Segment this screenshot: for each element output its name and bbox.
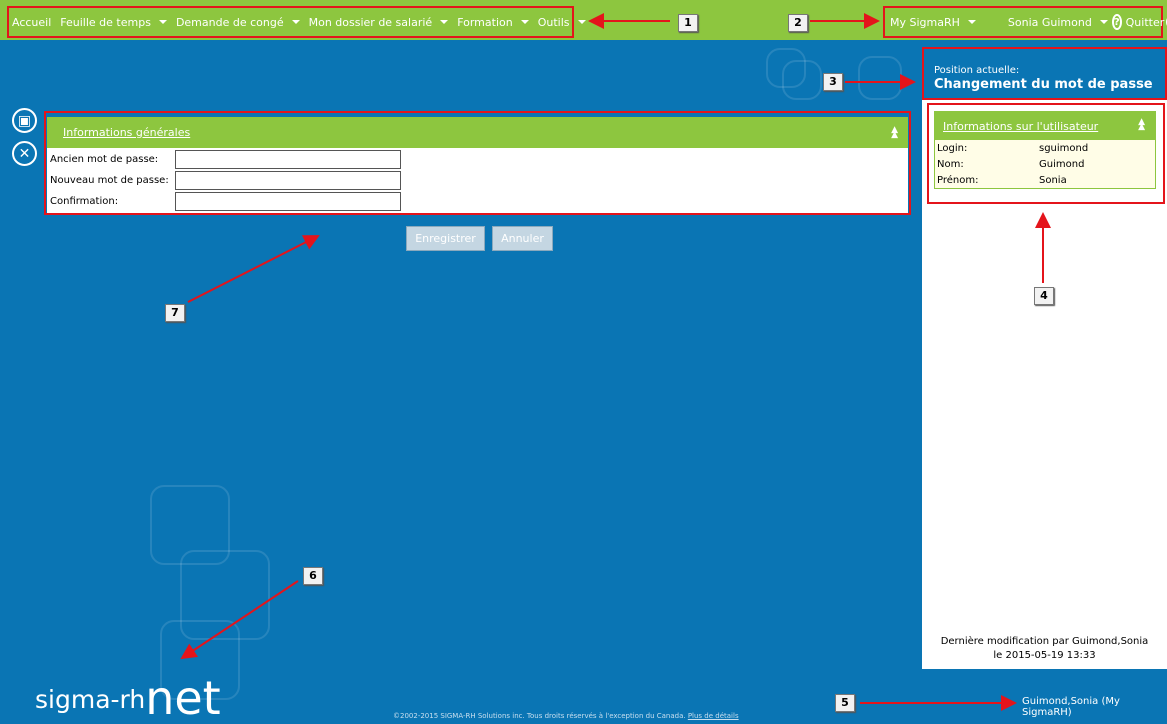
menu-item-outils[interactable]: Outils: [538, 16, 586, 29]
menu-item-label: Feuille de temps: [60, 15, 151, 29]
save-button[interactable]: Enregistrer: [406, 226, 485, 251]
confirm-password-input[interactable]: [175, 192, 401, 211]
caret-down-icon: [520, 20, 529, 24]
user-info-key: Nom:: [937, 158, 964, 170]
close-icon[interactable]: ✕: [12, 141, 37, 166]
last-modified-note: Dernière modification par Guimond,Sonia …: [922, 635, 1167, 663]
current-position-panel: Position actuelle: Changement du mot de …: [922, 47, 1167, 100]
position-label: Position actuelle:: [934, 65, 1020, 76]
menu-item-demande-de-conge[interactable]: Demande de congé: [176, 16, 300, 29]
menu-item-formation[interactable]: Formation: [457, 16, 529, 29]
user-menu: My SigmaRH Sonia Guimond ? Quitter⏻: [883, 6, 1167, 38]
old-password-label: Ancien mot de passe:: [50, 154, 159, 165]
copyright-notice: ©2002-2015 SIGMA-RH Solutions inc. Tous …: [393, 712, 739, 720]
details-link[interactable]: Plus de détails: [688, 712, 739, 720]
user-info-value: sguimond: [1039, 142, 1089, 154]
page-title: Changement du mot de passe: [934, 77, 1153, 92]
background-decoration: [766, 48, 806, 88]
callout-2: 2: [788, 14, 808, 32]
user-info-row: Login: sguimond: [935, 140, 1155, 156]
my-sigmarh-menu[interactable]: My SigmaRH: [890, 16, 976, 29]
callout-4: 4: [1034, 287, 1054, 305]
caret-down-icon: [967, 20, 976, 24]
menu-item-label: Demande de congé: [175, 15, 284, 29]
my-sigmarh-label: My SigmaRH: [890, 15, 960, 29]
main-menu: Accueil Feuille de temps Demande de cong…: [7, 6, 586, 38]
user-name-menu[interactable]: Sonia Guimond: [1008, 16, 1108, 29]
help-icon[interactable]: ?: [1111, 14, 1122, 30]
menu-item-label: Accueil: [12, 15, 52, 29]
form-row: Confirmation:: [47, 191, 908, 212]
footer-user: Guimond,Sonia (My SigmaRH): [1022, 696, 1120, 718]
user-info-row: Nom: Guimond: [935, 156, 1155, 172]
callout-6: 6: [303, 567, 323, 585]
top-navigation-bar: Accueil Feuille de temps Demande de cong…: [0, 0, 1167, 40]
confirm-password-label: Confirmation:: [50, 196, 119, 207]
menu-item-label: Mon dossier de salarié: [308, 15, 433, 29]
sigma-rh-logo: sigma-rhnet: [35, 665, 221, 724]
collapse-icon[interactable]: ▲ ▲: [891, 126, 898, 140]
copyright-text: ©2002-2015 SIGMA-RH Solutions inc. Tous …: [393, 712, 686, 720]
user-info-key: Prénom:: [937, 174, 979, 186]
form-title: Informations générales: [63, 126, 191, 139]
menu-item-dossier-salarie[interactable]: Mon dossier de salarié: [309, 16, 449, 29]
user-info-row: Prénom: Sonia: [935, 172, 1155, 188]
menu-item-feuille-de-temps[interactable]: Feuille de temps: [60, 16, 167, 29]
save-icon[interactable]: ▣: [12, 108, 37, 133]
collapse-icon[interactable]: ▲ ▲: [1138, 118, 1145, 132]
user-info-value: Guimond: [1039, 158, 1085, 170]
logo-prefix: sigma-rh: [35, 685, 146, 714]
callout-1: 1: [678, 14, 698, 32]
last-modified-line: Dernière modification par Guimond,Sonia: [940, 636, 1149, 647]
user-info-box: Informations sur l'utilisateur ▲ ▲ Login:…: [934, 111, 1156, 189]
form-row: Nouveau mot de passe:: [47, 170, 908, 191]
last-modified-date: le 2015-05-19 13:33: [993, 650, 1096, 661]
arrow-7: [187, 235, 320, 303]
user-info-header[interactable]: Informations sur l'utilisateur ▲ ▲: [935, 112, 1155, 140]
user-name-label: Sonia Guimond: [1007, 15, 1092, 29]
general-info-form: Informations générales ▲ ▲ Ancien mot de …: [47, 117, 908, 213]
new-password-input[interactable]: [175, 171, 401, 190]
old-password-input[interactable]: [175, 150, 401, 169]
quit-button[interactable]: Quitter⏻: [1126, 14, 1167, 30]
callout-7: 7: [165, 304, 185, 322]
caret-down-icon: [1099, 20, 1108, 24]
menu-item-accueil[interactable]: Accueil: [12, 16, 51, 29]
caret-down-icon: [291, 20, 300, 24]
menu-item-label: Formation: [457, 15, 513, 29]
user-info-key: Login:: [937, 142, 968, 154]
caret-down-icon: [577, 20, 586, 24]
form-header[interactable]: Informations générales ▲ ▲: [47, 117, 908, 148]
form-row: Ancien mot de passe:: [47, 149, 908, 170]
background-decoration: [858, 56, 902, 100]
menu-item-label: Outils: [537, 15, 570, 29]
logo-suffix: net: [145, 671, 221, 724]
callout-3: 3: [823, 73, 843, 91]
user-info-value: Sonia: [1039, 174, 1067, 186]
cancel-button[interactable]: Annuler: [492, 226, 553, 251]
new-password-label: Nouveau mot de passe:: [50, 175, 169, 186]
caret-down-icon: [440, 20, 449, 24]
user-info-title: Informations sur l'utilisateur: [943, 119, 1099, 133]
caret-down-icon: [158, 20, 167, 24]
quit-label: Quitter: [1125, 15, 1165, 29]
callout-5: 5: [835, 694, 855, 712]
